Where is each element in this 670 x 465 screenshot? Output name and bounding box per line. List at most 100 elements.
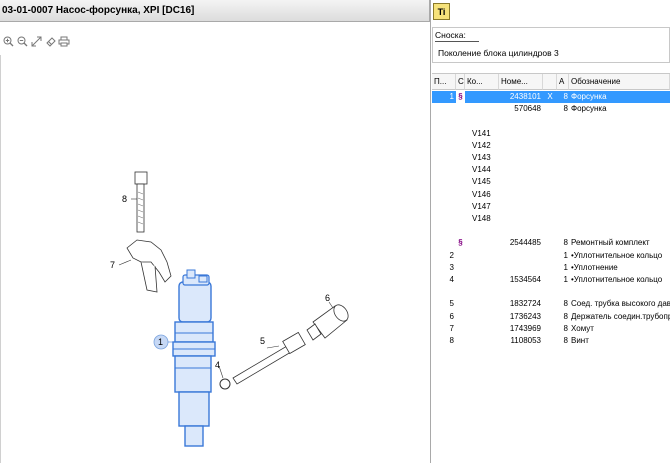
- cell-x: [543, 335, 557, 347]
- title-bar: 03-01-0007 Насос-форсунка, XPI [DC16]: [0, 0, 430, 22]
- cell-designation: [571, 128, 670, 140]
- table-row[interactable]: V148: [432, 213, 670, 225]
- zoom-out-icon[interactable]: [16, 34, 28, 48]
- table-row[interactable]: 7 1743969 8 Хомут: [432, 323, 670, 335]
- exploded-view-drawing[interactable]: 8 7 1 4 5 6: [0, 55, 430, 463]
- cell-pos: 4: [449, 275, 454, 284]
- column-header-pos[interactable]: П...: [432, 74, 456, 90]
- table-row[interactable]: V147: [432, 201, 670, 213]
- cell-x: [543, 237, 557, 249]
- column-header-number[interactable]: Номе...: [499, 74, 543, 90]
- cell-designation: [571, 286, 670, 298]
- table-row[interactable]: [432, 286, 670, 298]
- cell-pos: [432, 115, 454, 127]
- cell-x: [543, 176, 557, 188]
- column-header-s[interactable]: С: [456, 74, 465, 90]
- cell-pos: 8: [449, 336, 454, 345]
- clamp-part[interactable]: [126, 239, 172, 293]
- cell-number: 1534564: [509, 275, 541, 284]
- cell-code: [472, 335, 499, 347]
- zoom-in-icon[interactable]: [2, 34, 14, 48]
- table-row[interactable]: 570648 8 Форсунка: [432, 103, 670, 115]
- callout-4[interactable]: 4: [215, 360, 220, 370]
- cell-code: [472, 115, 499, 127]
- callout-5[interactable]: 5: [260, 336, 265, 346]
- cell-qty: [557, 140, 568, 152]
- cell-number: 2544485: [509, 238, 541, 248]
- pipe-part[interactable]: [232, 331, 306, 385]
- cell-pos: 2: [449, 250, 454, 260]
- cell-s: [456, 176, 465, 188]
- cell-number: 1743969: [509, 323, 541, 333]
- cell-pos: [432, 152, 454, 164]
- cell-s: [456, 323, 465, 335]
- table-row[interactable]: 2 1 •Уплотнительное кольцо: [432, 250, 670, 262]
- ti-button[interactable]: Ti: [433, 3, 450, 20]
- cell-qty: [557, 152, 568, 164]
- table-row[interactable]: 1 § 2438101 X 8 Форсунка: [432, 91, 670, 103]
- cell-x: [543, 298, 557, 310]
- table-row[interactable]: 4 1534564 1 •Уплотнительное кольцо: [432, 274, 670, 286]
- cell-designation: •Уплотнительное кольцо: [571, 250, 663, 260]
- cell-designation: [571, 115, 670, 127]
- cell-designation: [571, 140, 670, 152]
- table-row[interactable]: V146: [432, 189, 670, 201]
- table-row[interactable]: V142: [432, 140, 670, 152]
- table-row[interactable]: V145: [432, 176, 670, 188]
- cell-qty: 8: [563, 299, 568, 309]
- cell-designation: [571, 176, 670, 188]
- cell-designation: [571, 152, 670, 164]
- table-row[interactable]: 8 1108053 8 Винт: [432, 335, 670, 347]
- cell-pos: [432, 286, 454, 298]
- cell-s: [456, 335, 465, 347]
- cell-code: [472, 250, 499, 262]
- table-row[interactable]: V144: [432, 164, 670, 176]
- table-row[interactable]: § 2544485 8 Ремонтный комплект: [432, 237, 670, 249]
- holder-part[interactable]: [306, 302, 351, 341]
- cell-qty: 1: [563, 262, 568, 272]
- callout-7[interactable]: 7: [110, 260, 115, 270]
- cell-number: [499, 164, 541, 176]
- o-ring-part[interactable]: [219, 378, 231, 390]
- footnote-box: Сноска: Поколение блока цилиндров 3: [432, 27, 670, 63]
- cell-number: 570648: [514, 104, 541, 114]
- parts-table[interactable]: П... С Ко... Номе... А Обозначение 1 § 243…: [432, 73, 670, 463]
- table-row[interactable]: [432, 115, 670, 127]
- cell-pos: [432, 103, 454, 115]
- table-row[interactable]: V141: [432, 128, 670, 140]
- cell-code: [472, 323, 499, 335]
- cell-s: [456, 311, 465, 323]
- callout-1[interactable]: 1: [158, 337, 163, 347]
- table-row[interactable]: [432, 225, 670, 237]
- cell-x: [543, 152, 557, 164]
- table-row[interactable]: 6 1736243 8 Держатель соедин.трубопр: [432, 311, 670, 323]
- drawing-toolbar: [2, 34, 70, 50]
- cell-code: V143: [472, 153, 491, 162]
- column-header-x[interactable]: [543, 74, 557, 90]
- eraser-icon[interactable]: [44, 34, 56, 48]
- callout-8[interactable]: 8: [122, 194, 127, 204]
- callout-6[interactable]: 6: [325, 293, 330, 303]
- column-header-qty[interactable]: А: [557, 74, 569, 90]
- table-row[interactable]: V143: [432, 152, 670, 164]
- column-header-designation[interactable]: Обозначение: [569, 74, 670, 90]
- fit-icon[interactable]: [30, 34, 42, 48]
- cell-designation: Держатель соедин.трубопр: [571, 311, 670, 321]
- cell-designation: Ремонтный комплект: [571, 238, 650, 248]
- cell-qty: 8: [563, 104, 568, 114]
- cell-qty: [557, 176, 568, 188]
- column-header-code[interactable]: Ко...: [465, 74, 499, 90]
- cell-s: [456, 201, 465, 213]
- cell-x: [543, 213, 557, 225]
- table-row[interactable]: 5 1832724 8 Соед. трубка высокого давл: [432, 298, 670, 310]
- cell-code: [472, 262, 499, 274]
- screw-part[interactable]: [134, 171, 148, 233]
- cell-s: [456, 140, 465, 152]
- cell-number: [499, 250, 541, 262]
- cell-x: [543, 250, 557, 262]
- cell-pos: [432, 213, 454, 225]
- print-icon[interactable]: [58, 34, 70, 48]
- injector-part[interactable]: [172, 269, 216, 447]
- cell-qty: [557, 201, 568, 213]
- table-row[interactable]: 3 1 •Уплотнение: [432, 262, 670, 274]
